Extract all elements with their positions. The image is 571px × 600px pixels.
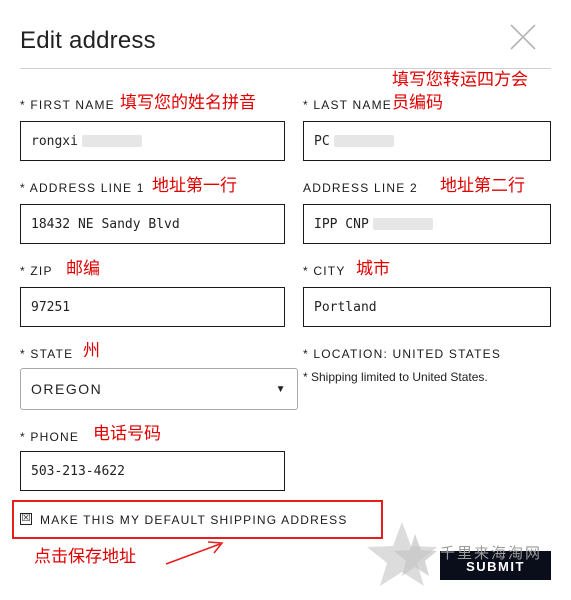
- last-name-value: PC: [314, 133, 330, 149]
- city-annotation: 城市: [356, 259, 390, 279]
- checkbox-mark-icon: ☒: [21, 513, 31, 524]
- first-name-value: rongxi: [31, 133, 78, 149]
- address-line-1-input[interactable]: 18432 NE Sandy Blvd: [20, 204, 285, 244]
- state-select[interactable]: OREGON ▼: [20, 368, 298, 410]
- zip-value: 97251: [31, 299, 71, 315]
- zip-annotation: 邮编: [66, 259, 100, 279]
- phone-annotation: 电话号码: [93, 424, 161, 444]
- default-address-label[interactable]: MAKE THIS MY DEFAULT SHIPPING ADDRESS: [40, 513, 348, 527]
- first-name-label: * FIRST NAME: [20, 98, 115, 112]
- state-annotation: 州: [83, 341, 100, 361]
- save-annotation: 点击保存地址: [34, 547, 136, 567]
- watermark-text: 千里来海淘网: [440, 544, 543, 562]
- annotation-arrow-icon: [165, 541, 224, 565]
- header-divider: [20, 68, 551, 69]
- last-name-annotation-line1: 填写您转运四方会: [392, 70, 528, 90]
- address-line-1-annotation: 地址第一行: [152, 176, 237, 196]
- phone-input[interactable]: 503-213-4622: [20, 451, 285, 491]
- close-button[interactable]: [508, 22, 538, 52]
- dropdown-arrow-icon: ▼: [275, 383, 287, 395]
- city-value: Portland: [314, 299, 377, 315]
- last-name-input[interactable]: PC: [303, 121, 551, 161]
- phone-value: 503-213-4622: [31, 463, 125, 479]
- address-line-1-label: * ADDRESS LINE 1: [20, 181, 145, 195]
- zip-label: * ZIP: [20, 264, 53, 278]
- first-name-annotation: 填写您的姓名拼音: [120, 93, 256, 113]
- address-line-2-input[interactable]: IPP CNP: [303, 204, 551, 244]
- redacted-text: [333, 135, 394, 147]
- redacted-text: [81, 135, 142, 147]
- close-icon: [510, 24, 536, 50]
- first-name-input[interactable]: rongxi: [20, 121, 285, 161]
- page-title: Edit address: [20, 27, 156, 54]
- location-label: * LOCATION: UNITED STATES: [303, 347, 502, 361]
- address-line-2-label: ADDRESS LINE 2: [303, 181, 418, 195]
- state-value: OREGON: [31, 381, 103, 397]
- address-line-2-value: IPP CNP: [314, 216, 369, 232]
- default-address-checkbox[interactable]: ☒: [20, 513, 32, 525]
- redacted-text: [372, 218, 433, 230]
- last-name-annotation-line2: 员编码: [392, 93, 443, 113]
- phone-label: * PHONE: [20, 430, 80, 444]
- zip-input[interactable]: 97251: [20, 287, 285, 327]
- address-line-2-annotation: 地址第二行: [440, 176, 525, 196]
- city-label: * CITY: [303, 264, 346, 278]
- watermark-star-icon: [367, 522, 437, 586]
- last-name-label: * LAST NAME: [303, 98, 393, 112]
- shipping-limit-note: * Shipping limited to United States.: [303, 370, 488, 384]
- address-line-1-value: 18432 NE Sandy Blvd: [31, 216, 180, 232]
- city-input[interactable]: Portland: [303, 287, 551, 327]
- state-label: * STATE: [20, 347, 74, 361]
